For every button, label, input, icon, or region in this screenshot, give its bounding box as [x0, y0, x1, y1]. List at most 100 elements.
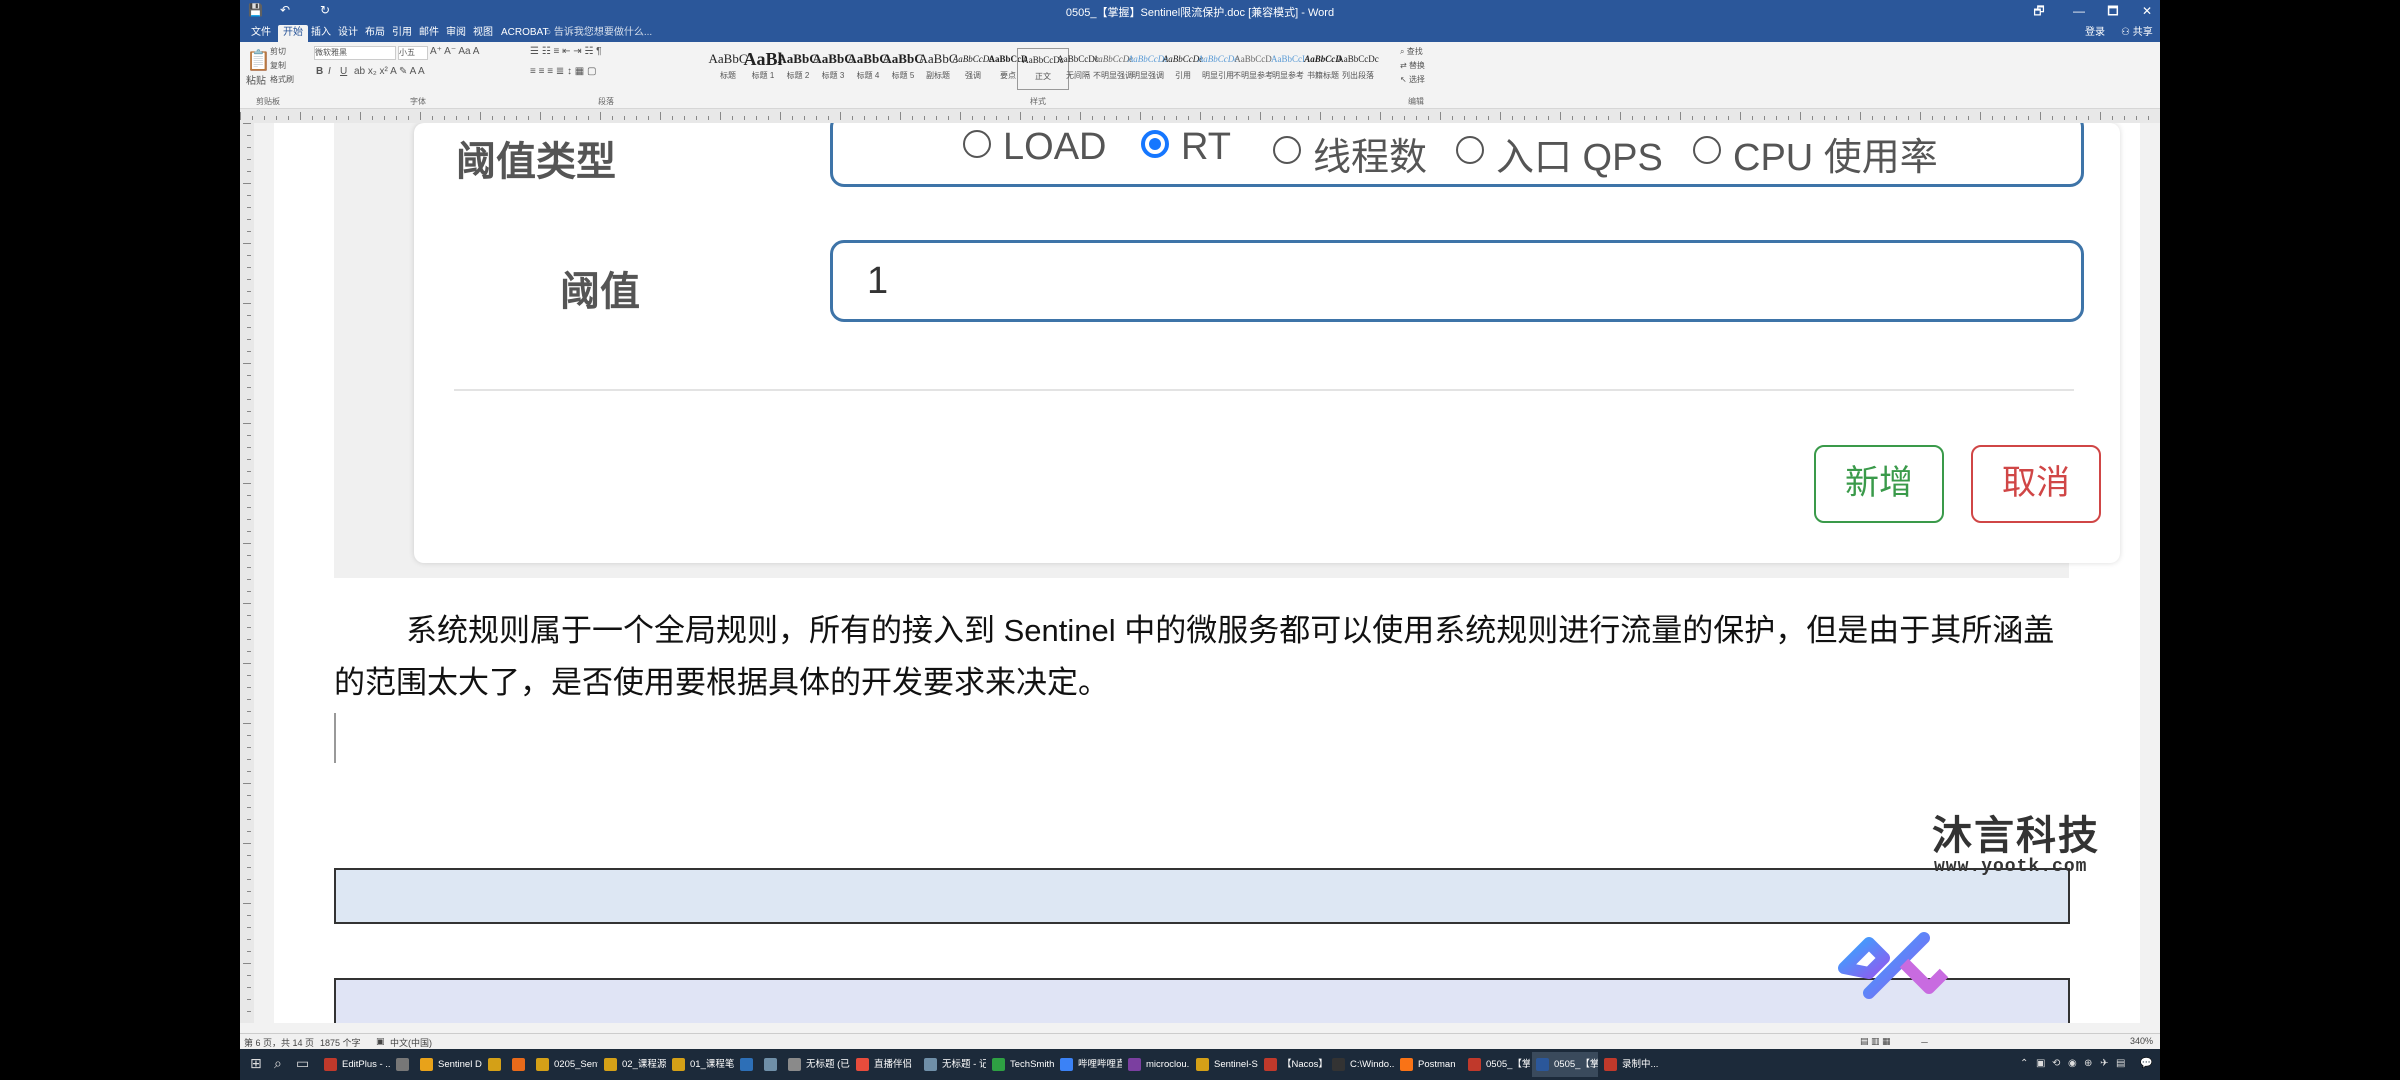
taskbar-app[interactable]: microclou...: [1124, 1052, 1190, 1077]
tray-sync-icon[interactable]: ⟲: [2052, 1058, 2060, 1069]
taskbar-app[interactable]: [508, 1052, 530, 1077]
tab-design[interactable]: 设计: [333, 25, 363, 42]
ruler-tick: [2052, 116, 2053, 120]
start-icon[interactable]: ⊞: [250, 1055, 262, 1072]
taskbar-app[interactable]: [484, 1052, 506, 1077]
taskbar-app[interactable]: EditPlus - ...: [320, 1052, 390, 1077]
taskbar-app[interactable]: Sentinel-S...: [1192, 1052, 1258, 1077]
tray-send-icon[interactable]: ✈: [2100, 1058, 2108, 1069]
proofing-icon[interactable]: ▣: [376, 1036, 385, 1047]
tab-mailings[interactable]: 邮件: [414, 25, 444, 42]
cut-button[interactable]: 剪切: [270, 46, 286, 57]
taskbar-app[interactable]: 0205_Sent...: [532, 1052, 598, 1077]
underline-icon[interactable]: U: [340, 66, 347, 77]
taskbar-app[interactable]: 哔哩哔哩直...: [1056, 1052, 1122, 1077]
ruler-tick: [924, 116, 925, 120]
taskbar-app[interactable]: 02_课程源...: [600, 1052, 666, 1077]
vertical-ruler[interactable]: [240, 123, 255, 1023]
taskbar-app[interactable]: 0505_【掌...: [1464, 1052, 1530, 1077]
radio-load[interactable]: LOAD: [963, 126, 1106, 169]
tab-file[interactable]: 文件: [246, 25, 276, 42]
radio-rt[interactable]: RT: [1141, 126, 1231, 169]
search-icon[interactable]: ⌕: [274, 1055, 282, 1072]
tab-review[interactable]: 审阅: [441, 25, 471, 42]
bold-icon[interactable]: B: [316, 66, 323, 77]
italic-icon[interactable]: I: [328, 66, 331, 77]
tab-view[interactable]: 视图: [468, 25, 498, 42]
taskbar-app[interactable]: Sentinel D...: [416, 1052, 482, 1077]
taskbar-app[interactable]: TechSmith...: [988, 1052, 1054, 1077]
text-effects-icon[interactable]: ab x₂ x² A ✎ A A: [354, 66, 425, 77]
code-block-shaded[interactable]: [334, 868, 2070, 924]
format-painter-button[interactable]: 格式刷: [270, 74, 294, 85]
tray-network-icon[interactable]: ⊕: [2084, 1058, 2092, 1069]
language-status[interactable]: 中文(中国): [390, 1036, 432, 1049]
taskbar-app[interactable]: 【Nacos】...: [1260, 1052, 1326, 1077]
font-size-select[interactable]: 小五: [398, 46, 428, 60]
copy-button[interactable]: 复制: [270, 60, 286, 71]
zoom-level[interactable]: 340%: [2130, 1036, 2153, 1046]
find-button[interactable]: ⌕ 查找: [1400, 46, 1423, 57]
paragraph-align-icons[interactable]: ≡ ≡ ≡ ≣ ↕ ▦ ▢: [530, 66, 596, 77]
page-count[interactable]: 第 6 页，共 14 页: [244, 1036, 314, 1049]
share-button[interactable]: ⚇ 共享: [2116, 25, 2158, 42]
replace-button[interactable]: ⇄ 替换: [1400, 60, 1425, 71]
tray-record-icon[interactable]: ◉: [2068, 1058, 2077, 1069]
tab-layout[interactable]: 布局: [360, 25, 390, 42]
paragraph-list-icons[interactable]: ☰ ☷ ≡ ⇤ ⇥ ☵ ¶: [530, 46, 602, 57]
taskbar-app[interactable]: 01_课程笔记: [668, 1052, 734, 1077]
taskbar-app[interactable]: 录制中...: [1600, 1052, 1666, 1077]
tab-home[interactable]: 开始: [278, 25, 308, 42]
taskbar-app[interactable]: 0505_【掌...: [1532, 1052, 1598, 1077]
style-list-paragraph[interactable]: AaBbCcDc 列出段落: [1332, 48, 1384, 90]
paste-icon[interactable]: 📋: [246, 48, 271, 73]
taskbar-app[interactable]: C:\Windo...: [1328, 1052, 1394, 1077]
close-button[interactable]: ✕: [2134, 2, 2160, 20]
horizontal-ruler[interactable]: [240, 109, 2160, 124]
signin-link[interactable]: 登录: [2080, 25, 2110, 42]
view-buttons[interactable]: ▤ ▥ ▦: [1860, 1036, 1891, 1047]
tray-keyboard-icon[interactable]: ▤: [2116, 1058, 2125, 1069]
code-block-shaded[interactable]: [334, 978, 2070, 1023]
notification-icon[interactable]: 💬: [2140, 1058, 2152, 1069]
tell-me-search[interactable]: ○ 告诉我您想要做什么...: [540, 25, 657, 42]
tab-references[interactable]: 引用: [387, 25, 417, 42]
watermark-url: www.yootk.com: [1934, 857, 2088, 877]
taskbar-app[interactable]: [392, 1052, 414, 1077]
word-count[interactable]: 1875 个字: [320, 1036, 361, 1049]
taskbar-app[interactable]: [736, 1052, 758, 1077]
tray-overflow-icon[interactable]: ⌃: [2020, 1058, 2028, 1069]
radio-cpu-usage[interactable]: CPU 使用率: [1693, 126, 1938, 181]
select-button[interactable]: ↖ 选择: [1400, 74, 1425, 85]
ruler-tick: [247, 975, 251, 976]
ruler-tick: [247, 279, 251, 280]
maximize-button[interactable]: 🗖: [2100, 2, 2126, 20]
task-view-icon[interactable]: ▭: [296, 1055, 309, 1072]
taskbar-app[interactable]: [760, 1052, 782, 1077]
ruler-tick: [420, 112, 421, 120]
radio-entry-qps[interactable]: 入口 QPS: [1456, 126, 1663, 181]
taskbar-app[interactable]: 无标题 (已...: [784, 1052, 850, 1077]
add-button[interactable]: 新增: [1814, 445, 1944, 523]
cancel-button[interactable]: 取消: [1971, 445, 2101, 523]
tray-app-icon[interactable]: ▣: [2036, 1058, 2045, 1069]
document-page[interactable]: 阈值类型 LOAD RT 线程数 入口 QPS CPU 使用率 阈值 1 新增 …: [274, 123, 2140, 1023]
ribbon-display-icon[interactable]: 🗗: [2026, 2, 2052, 20]
tab-insert[interactable]: 插入: [306, 25, 336, 42]
taskbar-app[interactable]: 直播伴侣: [852, 1052, 918, 1077]
threshold-input[interactable]: 1: [830, 240, 2084, 322]
minimize-button[interactable]: —: [2066, 2, 2092, 20]
ruler-tick: [1776, 116, 1777, 120]
taskbar-app[interactable]: Postman: [1396, 1052, 1462, 1077]
grow-font-icon[interactable]: A⁺ A⁻ Aa A: [430, 46, 479, 57]
radio-thread-count[interactable]: 线程数: [1273, 126, 1427, 181]
ruler-tick: [1200, 112, 1201, 120]
body-paragraph[interactable]: 系统规则属于一个全局规则，所有的接入到 Sentinel 中的微服务都可以使用系…: [334, 605, 2074, 709]
ruler-tick: [1452, 116, 1453, 120]
font-name-select[interactable]: 微软雅黑: [314, 46, 396, 60]
ruler-tick: [1668, 116, 1669, 120]
radio-circle-icon: [1693, 135, 1721, 164]
taskbar-app[interactable]: 无标题 - 记...: [920, 1052, 986, 1077]
cursor-icon: ↖: [1400, 75, 1409, 84]
ruler-tick: [247, 579, 251, 580]
